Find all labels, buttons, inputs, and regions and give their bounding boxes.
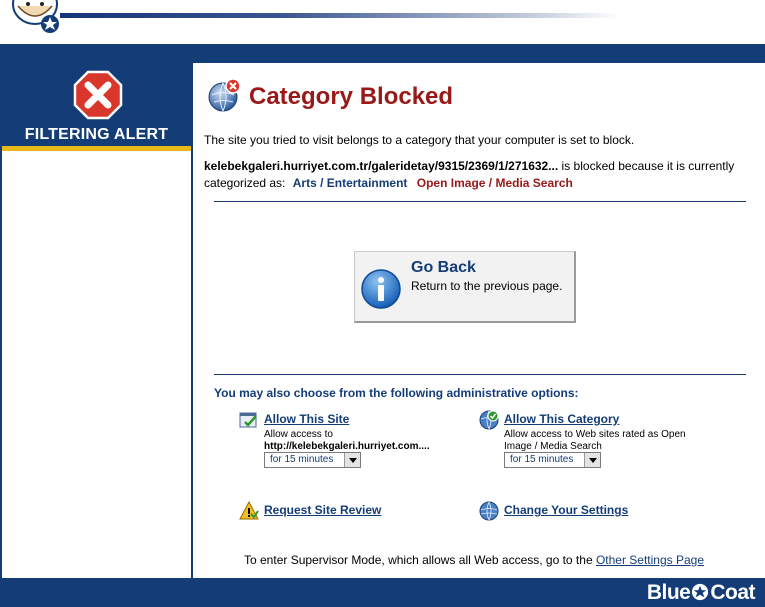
request-review-link[interactable]: Request Site Review	[264, 503, 381, 517]
blocked-globe-icon	[208, 78, 241, 112]
allow-site-desc-text: Allow access to	[264, 429, 333, 440]
go-back-title: Go Back	[411, 259, 476, 276]
divider-bottom	[214, 374, 746, 375]
sidebar: FILTERING ALERT	[0, 63, 193, 578]
allow-category-duration-select[interactable]: for 15 minutes	[504, 452, 601, 468]
filtering-alert-label: FILTERING ALERT	[24, 126, 169, 143]
change-settings-link[interactable]: Change Your Settings	[504, 503, 628, 517]
supervisor-text: To enter Supervisor Mode, which allows a…	[244, 553, 596, 567]
bluecoat-logo: Blue Coat	[646, 581, 756, 605]
filtering-alert-panel: FILTERING ALERT	[2, 63, 191, 151]
allow-category-duration-value: for 15 minutes	[510, 454, 574, 465]
allow-category-link[interactable]: Allow This Category	[504, 412, 619, 426]
star-badge-icon	[692, 583, 709, 601]
blocked-message: kelebekgaleri.hurriyet.com.tr/galerideta…	[204, 158, 754, 192]
footer: Blue Coat	[0, 578, 765, 607]
page-title: Category Blocked	[249, 83, 454, 110]
allow-category-description: Allow access to Web sites rated as Open …	[504, 429, 686, 452]
info-icon	[361, 269, 401, 309]
header	[0, 0, 765, 44]
allow-site-duration-select[interactable]: for 15 minutes	[264, 452, 361, 468]
top-navy-bar	[0, 44, 765, 63]
chevron-down-icon	[344, 453, 360, 467]
change-settings-option: Change Your Settings	[479, 501, 679, 523]
other-settings-link[interactable]: Other Settings Page	[596, 553, 704, 567]
change-settings-globe-icon	[479, 501, 499, 521]
supervisor-mode-text: To enter Supervisor Mode, which allows a…	[244, 553, 704, 567]
chevron-down-icon	[584, 453, 600, 467]
allow-site-duration-value: for 15 minutes	[270, 454, 334, 465]
category-open-image-media-search: Open Image / Media Search	[416, 176, 573, 190]
go-back-subtitle: Return to the previous page.	[411, 279, 563, 293]
admin-options-heading: You may also choose from the following a…	[214, 386, 579, 400]
allow-site-link[interactable]: Allow This Site	[264, 412, 349, 426]
brand-right-text: Coat	[710, 581, 755, 604]
allow-category-globe-icon	[479, 410, 499, 430]
go-back-button[interactable]: Go Back Return to the previous page.	[354, 251, 576, 323]
header-gradient-line	[60, 13, 620, 18]
request-review-option: Request Site Review	[239, 501, 439, 523]
divider-top	[214, 201, 746, 202]
brand-left-text: Blue	[646, 581, 691, 604]
allow-category-option: Allow This Category Allow access to Web …	[479, 410, 719, 470]
category-arts-entertainment: Arts / Entertainment	[292, 176, 408, 190]
request-review-icon	[239, 501, 259, 520]
allow-site-icon	[239, 412, 257, 428]
allow-site-option: Allow This Site Allow access to http://k…	[239, 410, 469, 470]
allow-site-description: Allow access to http://kelebekgaleri.hur…	[264, 429, 474, 453]
main-content: Category Blocked The site you tried to v…	[193, 63, 765, 578]
blocked-url: kelebekgaleri.hurriyet.com.tr/galerideta…	[204, 159, 559, 173]
mascot-logo-icon	[12, 0, 59, 33]
intro-text: The site you tried to visit belongs to a…	[204, 133, 635, 147]
blocked-x-icon	[73, 70, 123, 120]
